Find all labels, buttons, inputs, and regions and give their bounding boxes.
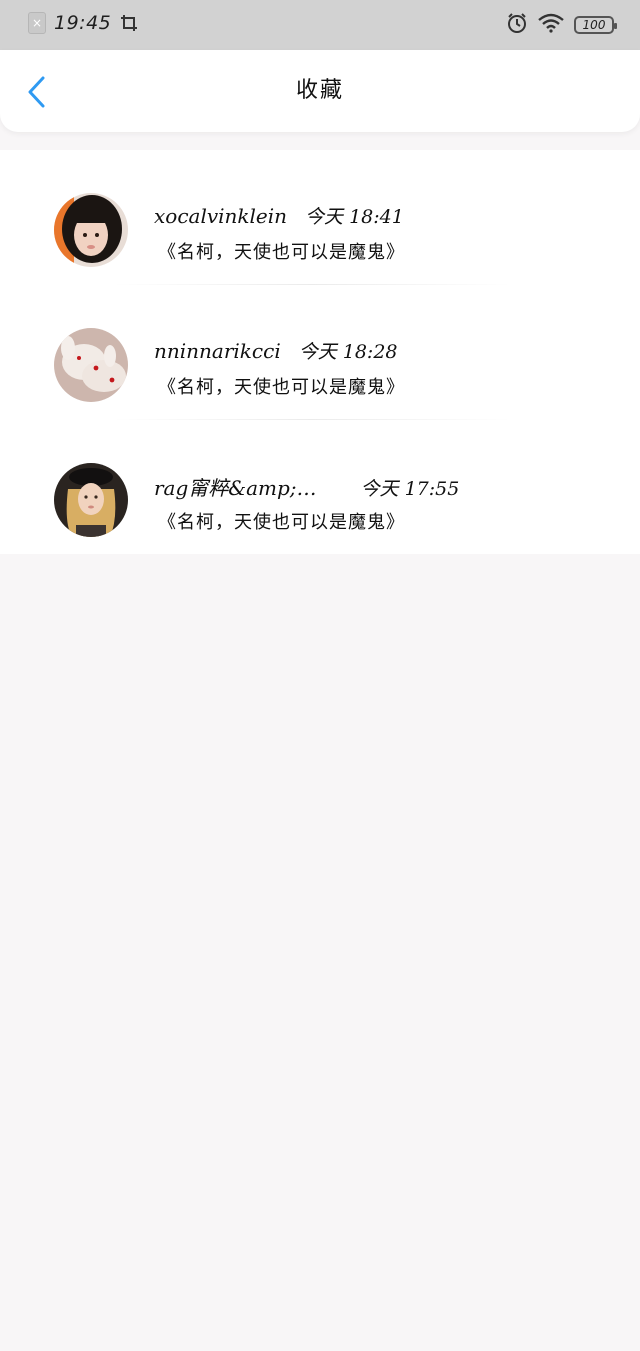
battery-icon: 100 xyxy=(574,16,617,34)
item-title: 《名柯，天使也可以是魔鬼》 xyxy=(158,377,405,398)
item-title: 《名柯，天使也可以是魔鬼》 xyxy=(158,242,405,263)
status-right: 100 xyxy=(506,12,617,38)
crop-icon xyxy=(119,13,139,33)
status-time: 19:45 xyxy=(54,12,112,34)
username: nninnarikcci xyxy=(154,339,281,363)
status-left: × 19:45 xyxy=(28,12,139,34)
sim-icon: × xyxy=(28,12,46,34)
timestamp: 今天 17:55 xyxy=(360,478,460,500)
wifi-icon xyxy=(538,13,564,37)
item-title: 《名柯，天使也可以是魔鬼》 xyxy=(158,512,405,533)
item-header: nninnarikcci 今天 18:28 xyxy=(154,337,398,364)
username: rag甯粹&amp;… xyxy=(154,476,317,500)
list-item[interactable]: rag甯粹&amp;… 今天 17:55 《名柯，天使也可以是魔鬼》 xyxy=(0,420,640,555)
timestamp: 今天 18:41 xyxy=(305,206,404,228)
list-item[interactable]: xocalvinklein 今天 18:41 《名柯，天使也可以是魔鬼》 xyxy=(0,150,640,285)
page-title: 收藏 xyxy=(295,78,344,103)
item-header: rag甯粹&amp;… 今天 17:55 xyxy=(154,472,459,501)
avatar[interactable] xyxy=(54,193,128,267)
favorites-list: xocalvinklein 今天 18:41 《名柯，天使也可以是魔鬼》 nni… xyxy=(0,150,640,554)
alarm-icon xyxy=(506,12,528,38)
list-item[interactable]: nninnarikcci 今天 18:28 《名柯，天使也可以是魔鬼》 xyxy=(0,285,640,420)
username: xocalvinklein xyxy=(154,204,288,228)
item-header: xocalvinklein 今天 18:41 xyxy=(154,202,404,229)
status-bar: × 19:45 100 xyxy=(0,0,640,50)
avatar[interactable] xyxy=(54,328,128,402)
timestamp: 今天 18:28 xyxy=(298,341,398,363)
header: 收藏 xyxy=(0,50,640,132)
battery-level: 100 xyxy=(582,18,606,32)
avatar[interactable] xyxy=(54,463,128,537)
